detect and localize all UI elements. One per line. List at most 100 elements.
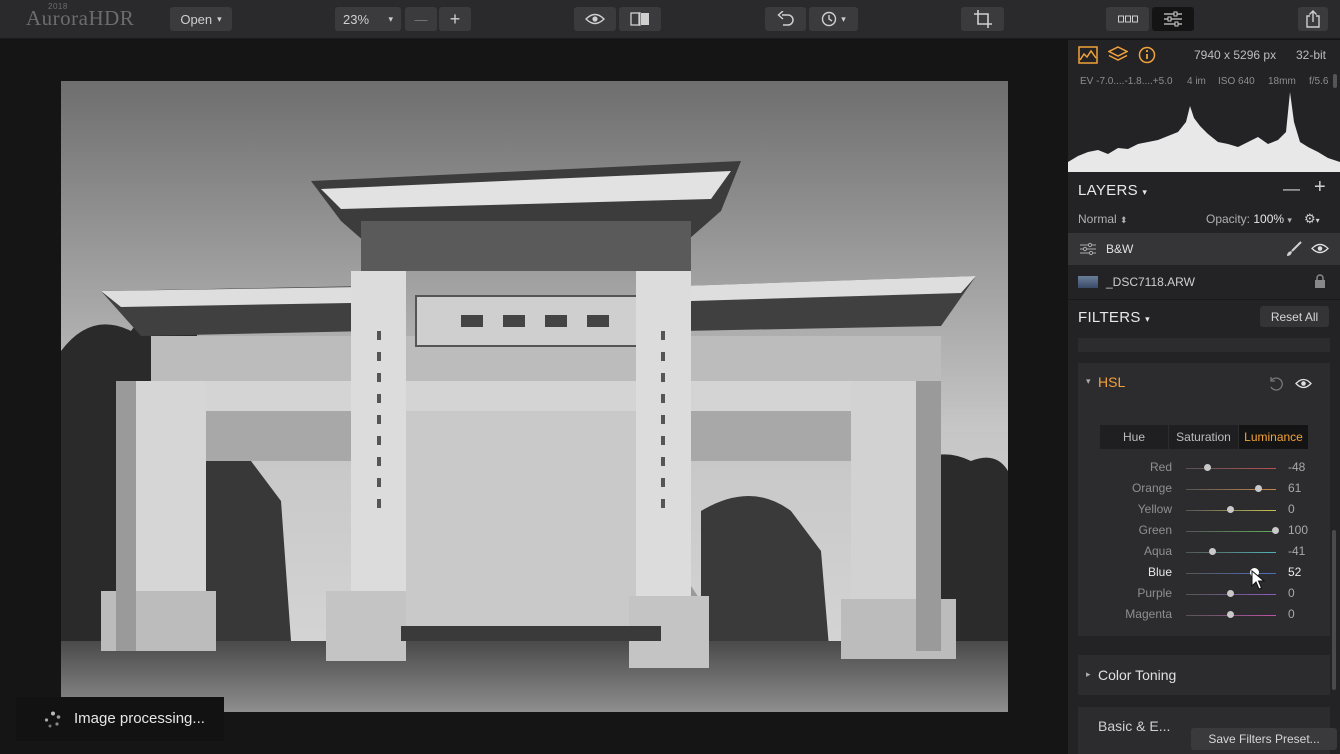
color-toning-card[interactable]: ▸ Color Toning: [1078, 655, 1330, 695]
slider-thumb[interactable]: [1272, 527, 1279, 534]
history-button[interactable]: ▾: [809, 7, 858, 31]
focal-length: 18mm: [1268, 76, 1296, 87]
slider-track[interactable]: [1186, 468, 1276, 469]
hsl-slider-magenta[interactable]: Magenta 0: [1068, 605, 1340, 626]
caret-down-icon[interactable]: ▾: [1086, 376, 1091, 387]
compare-icon: [630, 12, 649, 26]
save-filters-preset-button[interactable]: Save Filters Preset...: [1191, 728, 1337, 750]
divider: [1068, 299, 1340, 300]
undo-button[interactable]: [765, 7, 806, 31]
filters-panel-button[interactable]: [1152, 7, 1194, 31]
photo-canvas[interactable]: [61, 81, 1008, 712]
preview-button[interactable]: [574, 7, 616, 31]
layer-thumbnail: [1078, 276, 1098, 288]
slider-thumb[interactable]: [1208, 548, 1216, 555]
zoom-select[interactable]: 23% ▾: [335, 7, 401, 31]
slider-label: Green: [1138, 523, 1172, 537]
minus-icon: —: [1283, 179, 1300, 198]
slider-thumb[interactable]: [1227, 590, 1234, 597]
opacity-control[interactable]: Opacity: 100% ▾: [1206, 212, 1292, 226]
slider-track[interactable]: [1186, 531, 1276, 532]
slider-value: 100: [1288, 523, 1309, 537]
histogram-icon[interactable]: [1078, 46, 1098, 64]
undo-icon: [776, 11, 794, 26]
layer-settings-button[interactable]: ⚙▾: [1304, 211, 1320, 227]
eye-icon[interactable]: [1295, 378, 1312, 389]
hsl-slider-yellow[interactable]: Yellow 0: [1068, 500, 1340, 521]
slider-value: 0: [1288, 502, 1295, 516]
slider-thumb[interactable]: [1227, 506, 1234, 513]
aperture: f/5.6: [1309, 76, 1329, 87]
slider-thumb[interactable]: [1203, 464, 1211, 471]
brush-icon[interactable]: [1286, 241, 1302, 257]
clock-icon: [822, 11, 837, 27]
chevron-down-icon: ▾: [1145, 314, 1150, 324]
panel-scrollbar-top[interactable]: [1333, 74, 1337, 88]
chevron-down-icon: ▾: [388, 13, 393, 24]
zoom-in-button[interactable]: +: [439, 7, 471, 31]
image-dimensions: 7940 x 5296 px: [1194, 48, 1277, 62]
layers-header[interactable]: LAYERS ▾: [1078, 182, 1147, 199]
crop-icon: [973, 10, 992, 28]
reset-filter-icon[interactable]: [1268, 376, 1283, 391]
hsl-slider-green[interactable]: Green 100: [1068, 521, 1340, 542]
slider-value: 0: [1288, 607, 1295, 621]
layers-icon[interactable]: [1108, 46, 1128, 64]
slider-thumb[interactable]: [1254, 485, 1262, 492]
layer-row-bw[interactable]: B&W: [1068, 233, 1340, 265]
layer-name: _DSC7118.ARW: [1106, 275, 1195, 289]
slider-thumb[interactable]: [1227, 611, 1234, 618]
info-icon[interactable]: [1138, 46, 1156, 64]
zoom-out-button[interactable]: —: [405, 7, 437, 31]
share-button[interactable]: [1298, 7, 1328, 31]
compare-button[interactable]: [619, 7, 661, 31]
presets-panel-button[interactable]: [1106, 7, 1149, 31]
filter-card-collapsed: [1078, 338, 1330, 352]
eye-icon[interactable]: [1311, 243, 1329, 254]
filters-header[interactable]: FILTERS ▾: [1078, 309, 1150, 326]
slider-value: 0: [1288, 586, 1295, 600]
caret-right-icon: ▸: [1086, 669, 1091, 679]
blend-mode-value: Normal: [1078, 212, 1117, 226]
slider-label: Aqua: [1143, 544, 1172, 558]
mouse-cursor-icon: [1251, 570, 1265, 590]
layer-row-raw[interactable]: _DSC7118.ARW: [1068, 266, 1340, 298]
slider-value: -41: [1288, 544, 1306, 558]
tab-luminance[interactable]: Luminance: [1239, 425, 1308, 449]
app-logo: 2018 AuroraHDR: [26, 2, 134, 31]
spinner-icon: [44, 711, 61, 728]
hsl-title[interactable]: HSL: [1098, 374, 1125, 390]
remove-layer-button[interactable]: —: [1283, 179, 1300, 199]
slider-label: Yellow: [1137, 502, 1172, 516]
slider-label: Red: [1149, 460, 1172, 474]
hsl-slider-aqua[interactable]: Aqua -41: [1068, 542, 1340, 563]
layers-title: LAYERS: [1078, 182, 1138, 199]
slider-track[interactable]: [1186, 552, 1276, 553]
hsl-slider-red[interactable]: Red -48: [1068, 458, 1340, 479]
eye-icon: [585, 13, 605, 25]
share-icon: [1306, 10, 1320, 28]
hsl-slider-purple[interactable]: Purple 0: [1068, 584, 1340, 605]
tab-saturation[interactable]: Saturation: [1169, 425, 1238, 449]
ev-range: EV -7.0....-1.8....+5.0: [1080, 76, 1173, 87]
chevron-down-icon: ▾: [1287, 215, 1292, 225]
chevron-down-icon: ▾: [1315, 216, 1320, 225]
gear-icon: ⚙: [1304, 211, 1316, 226]
add-layer-button[interactable]: +: [1314, 176, 1326, 199]
reset-all-button[interactable]: Reset All: [1260, 306, 1329, 327]
hsl-slider-orange[interactable]: Orange 61: [1068, 479, 1340, 500]
tab-hue[interactable]: Hue: [1100, 425, 1168, 449]
sliders-icon: [1164, 11, 1182, 27]
filters-title: FILTERS: [1078, 309, 1141, 326]
slider-value: -48: [1288, 460, 1306, 474]
blend-mode-select[interactable]: Normal ⬍: [1078, 212, 1128, 226]
hsl-slider-blue[interactable]: Blue 52: [1068, 563, 1340, 584]
open-button[interactable]: Open ▾: [170, 7, 232, 31]
panel-scrollbar[interactable]: [1332, 530, 1336, 690]
opacity-label: Opacity:: [1206, 212, 1251, 226]
presets-icon: [1117, 15, 1138, 23]
crop-button[interactable]: [961, 7, 1004, 31]
slider-label: Orange: [1131, 481, 1172, 495]
lock-icon: [1315, 274, 1325, 288]
slider-track[interactable]: [1186, 489, 1276, 490]
